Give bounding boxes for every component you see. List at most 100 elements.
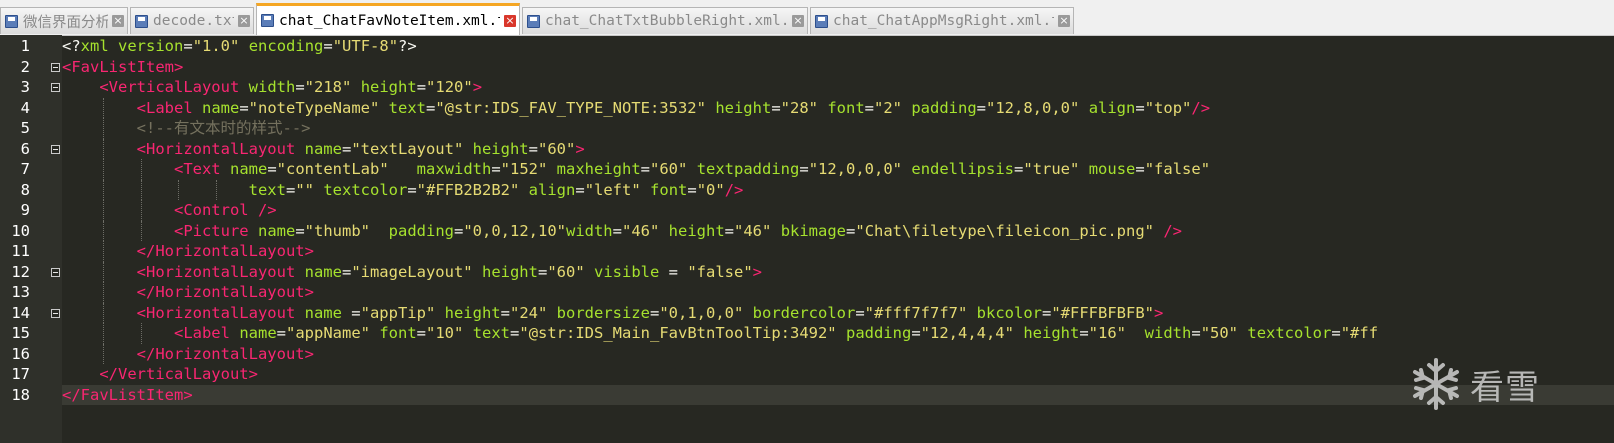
indent-guide <box>103 97 105 118</box>
code-token-attr: width <box>248 78 296 96</box>
code-token-op <box>902 160 911 178</box>
code-token-op: = <box>1042 303 1052 322</box>
code-token-attr: width <box>1144 324 1192 342</box>
indent-guide <box>103 241 105 262</box>
indent-guide <box>140 323 142 344</box>
code-token-val: "50" <box>1200 324 1239 342</box>
code-token-attr: bkimage <box>780 221 847 240</box>
line-number: 18 <box>11 385 30 404</box>
code-line: <HorizontalLayout name ="appTip" height=… <box>62 302 1614 323</box>
code-token-val: "noteTypeName" <box>248 98 380 117</box>
code-line: </FavListItem> <box>62 384 1614 405</box>
code-token-op <box>295 304 304 322</box>
fold-toggle-icon[interactable] <box>51 308 60 318</box>
code-token-val: "@str:IDS_Main_FavBtnToolTip:3492" <box>519 324 837 342</box>
code-token-op: = <box>976 98 987 117</box>
code-token-op: = <box>416 78 427 96</box>
code-token-val: "12,0,0,0" <box>808 160 903 178</box>
code-token-val: "60" <box>650 160 688 178</box>
close-icon[interactable]: × <box>504 14 516 27</box>
code-token-tag: </FavListItem> <box>62 385 193 404</box>
code-token-op <box>62 242 137 260</box>
code-token-op <box>1079 160 1088 178</box>
code-token-val: "16" <box>1088 324 1126 342</box>
code-line: <?xml version="1.0" encoding="UTF-8"?> <box>62 36 1614 57</box>
close-icon[interactable]: × <box>792 15 804 27</box>
code-token-op <box>1154 222 1163 240</box>
code-token-op <box>659 222 668 240</box>
line-number: 1 <box>20 37 30 55</box>
line-number: 6 <box>20 139 30 158</box>
code-token-op: = <box>687 180 697 199</box>
code-token-val: "0,1,0,0" <box>659 303 744 322</box>
code-line: </HorizontalLayout> <box>62 343 1614 364</box>
code-token-op: = <box>239 98 249 117</box>
code-token-tag: </HorizontalLayout> <box>136 283 314 301</box>
code-token-op: <? <box>62 37 81 55</box>
line-number: 10 <box>11 221 30 240</box>
code-token-op <box>902 99 911 117</box>
indent-guide <box>103 343 105 364</box>
code-token-cmt: <!--有文本时的样式--> <box>136 119 311 137</box>
code-editor[interactable]: <?xml version="1.0" encoding="UTF-8"?> <F… <box>62 36 1614 405</box>
code-token-attr: text <box>472 324 511 342</box>
tab-chat-txtbubbleright[interactable]: chat_ChatTxtBubbleRight.xml.txt × <box>522 7 808 34</box>
fold-toggle-icon[interactable] <box>51 267 60 277</box>
saved-file-icon <box>5 14 18 28</box>
indent-guide <box>103 179 105 200</box>
code-token-op <box>771 222 780 240</box>
line-number: 5 <box>20 119 30 137</box>
code-token-op: = <box>500 303 510 322</box>
code-token-val: "Chat\filetype\fileicon_pic.png" <box>855 221 1154 240</box>
code-token-op: = <box>724 221 735 240</box>
code-token-tag: <Picture <box>173 221 249 240</box>
code-line: <VerticalLayout width="218" height="120"… <box>62 77 1614 98</box>
indent-guide <box>103 159 105 180</box>
code-token-attr: padding <box>845 324 912 342</box>
code-token-op <box>249 222 258 240</box>
code-token-op: = <box>276 324 286 342</box>
line-number: 7 <box>20 160 30 178</box>
code-token-attr: text <box>248 180 286 199</box>
indent-guide <box>140 179 142 200</box>
code-token-op: = <box>855 303 865 322</box>
code-token-val: "appTip" <box>360 303 436 322</box>
code-token-op: = <box>537 262 548 281</box>
code-token-op: = <box>267 160 277 178</box>
code-token-tag: <FavListItem> <box>62 57 184 76</box>
close-icon[interactable]: × <box>1058 15 1070 27</box>
line-number: 3 <box>20 78 30 96</box>
close-icon[interactable]: × <box>238 15 250 27</box>
tab-decode-txt[interactable]: decode.txt × <box>130 7 254 34</box>
fold-toggle-icon[interactable] <box>51 144 60 154</box>
indent-guide <box>140 159 142 180</box>
code-token-val: "thumb" <box>304 221 370 240</box>
code-token-val: "#fff7f7f7" <box>864 303 968 322</box>
code-token-tag: <Control /> <box>173 201 277 219</box>
code-token-tag: </VerticalLayout> <box>99 365 258 383</box>
code-token-attr: height <box>444 303 501 322</box>
code-token-val: "false" <box>1144 160 1211 178</box>
code-token-op <box>370 324 379 342</box>
code-token-op: = <box>911 324 921 342</box>
line-number: 15 <box>11 324 30 342</box>
code-token-tag: <HorizontalLayout <box>136 139 296 158</box>
tab-wechat-ui-analysis[interactable]: 微信界面分析 × <box>0 7 128 34</box>
code-token-op: = <box>183 37 193 55</box>
indent-guide <box>103 323 105 344</box>
code-token-val: "#FFFBFBFB" <box>1051 303 1154 322</box>
fold-toggle-icon[interactable] <box>51 83 60 92</box>
code-token-val: "0,0,12,10" <box>463 221 566 240</box>
close-icon[interactable]: × <box>112 15 124 27</box>
fold-toggle-icon[interactable] <box>51 62 60 72</box>
indent-guide <box>103 220 105 241</box>
code-token-op: = <box>846 221 856 240</box>
code-token-val: "46" <box>734 221 772 240</box>
code-token-tag: > <box>472 78 483 96</box>
tab-chat-appmsgright[interactable]: chat_ChatAppMsgRight.xml.txt × <box>810 7 1074 34</box>
tab-label: chat_ChatTxtBubbleRight.xml.txt <box>545 13 788 29</box>
code-token-attr: mouse <box>1088 160 1136 178</box>
code-token-op <box>463 324 472 342</box>
tab-chat-favnoteitem[interactable]: chat_ChatFavNoteItem.xml.txt × <box>256 3 520 35</box>
code-token-attr: height <box>472 139 529 158</box>
